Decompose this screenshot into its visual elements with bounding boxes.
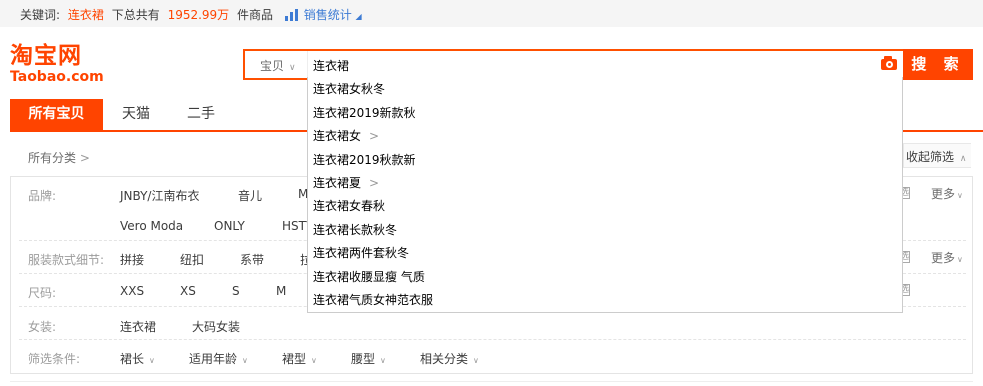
brand-item[interactable]: Vero Moda	[120, 219, 183, 233]
keyword-suffix: 件商品	[237, 8, 274, 22]
brand-item[interactable]: 音儿	[238, 187, 262, 204]
condition-dropdown[interactable]: 腰型 ∨	[351, 350, 386, 367]
conditions-label: 筛选条件:	[28, 352, 81, 366]
brand-more-button[interactable]: 更多 ∨	[931, 185, 963, 202]
style-more-button[interactable]: 更多 ∨	[931, 249, 963, 266]
suggestion-text: 连衣裙女	[313, 129, 362, 143]
tab-all-items[interactable]: 所有宝贝	[10, 99, 103, 130]
collapse-filter-label: 收起筛选	[906, 150, 955, 164]
suggestion-text: 连衣裙夏	[313, 176, 362, 190]
condition-label: 裙型	[282, 352, 307, 366]
brand-label: 品牌:	[28, 189, 57, 203]
suggestion-text: 连衣裙2019新款秋	[313, 106, 416, 120]
keyword-prefix: 关键词:	[20, 8, 61, 22]
size-item[interactable]: M	[276, 284, 286, 298]
taobao-logo[interactable]: 淘宝网 Taobao.com	[10, 44, 110, 86]
style-item[interactable]: 拼接	[120, 251, 144, 268]
condition-label: 裙长	[120, 352, 145, 366]
suggestion-text: 连衣裙2019秋款新	[313, 153, 416, 167]
suggestion-item[interactable]: 连衣裙女 >	[313, 127, 379, 144]
caret-icon: ◢	[355, 12, 362, 21]
condition-label: 腰型	[351, 352, 376, 366]
suggestion-item[interactable]: 连衣裙收腰显瘦 气质	[313, 268, 425, 285]
brand-item[interactable]: ONLY	[214, 219, 245, 233]
condition-label: 适用年龄	[189, 352, 238, 366]
chevron-right-icon: >	[369, 129, 380, 143]
search-type-select[interactable]: 宝贝 ∨	[245, 51, 308, 78]
women-item[interactable]: 大码女装	[192, 318, 240, 335]
suggestion-text: 连衣裙长款秋冬	[313, 223, 398, 237]
divider	[10, 381, 973, 382]
suggestion-text: 连衣裙收腰显瘦 气质	[313, 270, 425, 284]
chevron-right-icon: >	[79, 151, 90, 165]
size-label: 尺码:	[28, 286, 57, 300]
style-item[interactable]: 纽扣	[180, 251, 204, 268]
suggestion-item[interactable]: 连衣裙女春秋	[313, 197, 385, 214]
size-item[interactable]: XXS	[120, 284, 144, 298]
tab-secondhand[interactable]: 二手	[187, 99, 215, 130]
suggestion-text: 连衣裙气质女神范衣服	[313, 293, 434, 307]
bar-chart-icon	[284, 9, 298, 21]
chevron-down-icon: ∨	[289, 63, 296, 73]
taobao-search-page: 关键词: 连衣裙 下总共有 1952.99万 件商品 销售统计 ◢ 淘宝网 Ta…	[0, 0, 983, 386]
brand-item[interactable]: JNBY/江南布衣	[120, 187, 199, 204]
camera-icon[interactable]	[879, 54, 901, 75]
women-label: 女装:	[28, 320, 57, 334]
style-label: 服装款式细节:	[28, 253, 105, 267]
suggestion-item[interactable]: 连衣裙夏 >	[313, 174, 379, 191]
condition-dropdown[interactable]: 裙型 ∨	[282, 350, 317, 367]
condition-label: 相关分类	[420, 352, 469, 366]
sales-stats-link[interactable]: 销售统计	[304, 8, 352, 22]
chevron-down-icon: ∨	[149, 356, 155, 365]
chevron-down-icon: ∨	[242, 356, 248, 365]
condition-dropdown[interactable]: 相关分类 ∨	[420, 350, 479, 367]
logo-en-text: Taobao.com	[10, 69, 104, 85]
suggestion-item[interactable]: 连衣裙女秋冬	[313, 80, 385, 97]
suggestion-text: 连衣裙女秋冬	[313, 82, 386, 96]
all-categories-label: 所有分类	[28, 151, 77, 165]
style-item[interactable]: 系带	[240, 251, 264, 268]
suggestion-item[interactable]: 连衣裙两件套秋冬	[313, 244, 409, 261]
style-more-label: 更多	[931, 251, 956, 265]
suggestion-text: 连衣裙两件套秋冬	[313, 246, 410, 260]
keyword-middle: 下总共有	[111, 8, 160, 22]
keyword-link[interactable]: 连衣裙	[68, 8, 104, 22]
chevron-down-icon: ∨	[311, 356, 317, 365]
chevron-right-icon: >	[369, 176, 380, 190]
collapse-filter-button[interactable]: 收起筛选 ∧	[903, 143, 971, 168]
women-item[interactable]: 连衣裙	[120, 318, 156, 335]
search-box: 宝贝 ∨	[243, 49, 903, 80]
brand-more-label: 更多	[931, 187, 956, 201]
suggestion-item[interactable]: 连衣裙长款秋冬	[313, 221, 397, 238]
logo-cn-text: 淘宝网	[10, 43, 82, 69]
result-count: 1952.99万	[167, 8, 230, 22]
chevron-down-icon: ∨	[473, 356, 479, 365]
keyword-summary-bar: 关键词: 连衣裙 下总共有 1952.99万 件商品 销售统计 ◢	[0, 0, 983, 27]
size-item[interactable]: XS	[180, 284, 196, 298]
all-categories-link[interactable]: 所有分类 >	[28, 149, 90, 166]
chevron-down-icon: ∨	[957, 255, 963, 264]
size-item[interactable]: S	[232, 284, 240, 298]
chevron-down-icon: ∨	[957, 191, 963, 200]
filter-row-conditions: 筛选条件: 裙长 ∨ 适用年龄 ∨ 裙型 ∨ 腰型 ∨ 相关分类 ∨	[19, 340, 966, 373]
suggestion-item[interactable]: 连衣裙气质女神范衣服	[313, 291, 433, 308]
search-suggestion-dropdown: 连衣裙女秋冬 连衣裙2019新款秋 连衣裙女 > 连衣裙2019秋款新 连衣裙夏 >…	[307, 77, 903, 313]
search-button[interactable]: 搜 索	[903, 49, 973, 80]
suggestion-item[interactable]: 连衣裙2019新款秋	[313, 104, 416, 121]
chevron-down-icon: ∨	[380, 356, 386, 365]
chevron-up-icon: ∧	[959, 154, 967, 164]
suggestion-text: 连衣裙女春秋	[313, 199, 386, 213]
condition-dropdown[interactable]: 适用年龄 ∨	[189, 350, 248, 367]
search-type-label: 宝贝	[260, 59, 285, 73]
search-input[interactable]	[313, 51, 873, 78]
tab-tmall[interactable]: 天猫	[122, 99, 150, 130]
condition-dropdown[interactable]: 裙长 ∨	[120, 350, 155, 367]
suggestion-item[interactable]: 连衣裙2019秋款新	[313, 151, 416, 168]
